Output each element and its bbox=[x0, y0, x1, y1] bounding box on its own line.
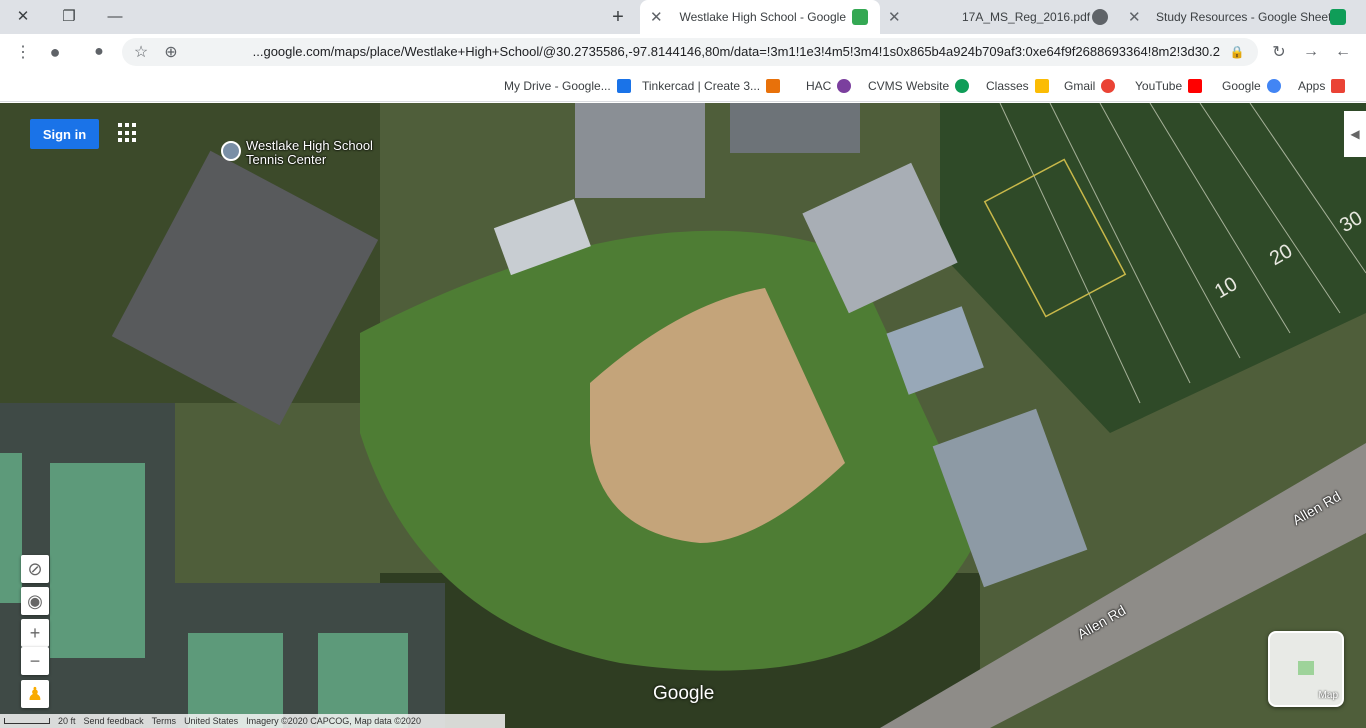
classroom-icon bbox=[1034, 79, 1049, 93]
new-tab-button[interactable]: + bbox=[606, 5, 630, 29]
hac-icon bbox=[837, 79, 852, 93]
profile-icon[interactable]: ● bbox=[44, 41, 66, 63]
sign-in-button[interactable]: Sign in bbox=[30, 119, 99, 149]
extension-icon[interactable]: ● bbox=[88, 41, 110, 63]
bookmark-label: My Drive - Google... bbox=[504, 79, 611, 93]
country-label: United States bbox=[184, 716, 239, 726]
browser-toolbar: ⋮ ● ● ☆ ⊕ google.com/maps/place/Westlake… bbox=[0, 34, 1366, 70]
expand-panel-button[interactable]: ◀ bbox=[1344, 111, 1366, 157]
terms-link[interactable]: Terms bbox=[152, 716, 177, 726]
bookmark-cvms[interactable]: CVMS Website bbox=[868, 77, 970, 95]
bookmark-google[interactable]: Google bbox=[1222, 77, 1281, 95]
map-layer-toggle[interactable]: Map bbox=[1268, 631, 1344, 707]
close-tab-icon[interactable]: ✕ bbox=[650, 8, 663, 26]
place-label[interactable]: Westlake High School Tennis Center bbox=[246, 139, 386, 167]
google-icon bbox=[1266, 79, 1281, 93]
google-apps-icon[interactable] bbox=[118, 123, 138, 143]
back-arrow-icon[interactable]: ← bbox=[1332, 41, 1354, 63]
add-icon[interactable]: ⊕ bbox=[160, 41, 182, 63]
close-tab-icon[interactable]: ✕ bbox=[888, 8, 901, 26]
minimap-park bbox=[1298, 661, 1314, 675]
bookmark-classes[interactable]: Classes bbox=[986, 77, 1049, 95]
pegman-icon[interactable]: ♟ bbox=[21, 680, 49, 708]
tab-westlake[interactable]: ✕ Westlake High School - Google bbox=[640, 0, 880, 34]
bookmark-label: Classes bbox=[986, 79, 1029, 93]
sheets-icon bbox=[1330, 9, 1346, 25]
bookmark-youtube[interactable]: YouTube bbox=[1135, 77, 1203, 95]
bookmark-gmail[interactable]: Gmail bbox=[1064, 77, 1116, 95]
bookmark-star-icon[interactable]: ☆ bbox=[130, 41, 152, 63]
reload-icon[interactable]: ↻ bbox=[1268, 41, 1290, 63]
imagery-attribution: Imagery ©2020 CAPCOG, Map data ©2020 bbox=[246, 716, 421, 726]
lock-icon: 🔒 bbox=[1229, 45, 1245, 59]
compass-icon[interactable]: ⊘ bbox=[21, 555, 49, 583]
bookmark-hac[interactable]: HAC bbox=[806, 77, 852, 95]
scale-bar bbox=[4, 718, 50, 724]
tab-title: 17A_MS_Reg_2016.pdf bbox=[962, 10, 1091, 24]
send-feedback-link[interactable]: Send feedback bbox=[84, 716, 144, 726]
maps-icon bbox=[852, 9, 868, 25]
satellite-map[interactable]: Sign in ◀ Westlake High School Tennis Ce… bbox=[0, 103, 1366, 728]
school-pin-icon[interactable] bbox=[221, 141, 241, 161]
bookmark-label: CVMS Website bbox=[868, 79, 950, 93]
url-text[interactable]: google.com/maps/place/Westlake+High+Scho… bbox=[190, 44, 1220, 59]
satellite-imagery bbox=[0, 103, 1366, 728]
minimize-window-button[interactable]: — bbox=[102, 4, 128, 28]
tab-title: Westlake High School - Google bbox=[679, 10, 846, 24]
forward-arrow-icon[interactable]: → bbox=[1300, 41, 1322, 63]
close-tab-icon[interactable]: ✕ bbox=[1128, 8, 1141, 26]
drive-icon bbox=[616, 79, 631, 93]
globe-icon bbox=[1092, 9, 1108, 25]
tab-pdf[interactable]: ✕ 17A_MS_Reg_2016.pdf bbox=[882, 0, 1112, 34]
tinkercad-icon bbox=[766, 79, 781, 93]
tab-title: Study Resources - Google Sheets bbox=[1156, 10, 1338, 24]
close-window-button[interactable]: ✕ bbox=[10, 4, 36, 28]
bookmark-apps[interactable]: Apps bbox=[1298, 77, 1346, 95]
zoom-out-button[interactable]: − bbox=[21, 647, 49, 675]
youtube-icon bbox=[1188, 79, 1203, 93]
google-watermark: Google bbox=[653, 683, 715, 704]
minimap-label: Map bbox=[1318, 690, 1338, 701]
bookmark-mydrive[interactable]: My Drive - Google... bbox=[504, 77, 631, 95]
map-footer: 20 ft Send feedback Terms United States … bbox=[0, 714, 505, 728]
tab-sheets[interactable]: ✕ Study Resources - Google Sheets bbox=[1120, 0, 1366, 34]
menu-dots-icon[interactable]: ⋮ bbox=[12, 41, 34, 63]
bookmark-tinkercad[interactable]: Tinkercad | Create 3... bbox=[642, 77, 781, 95]
tab-bar: ✕ ❐ — + ✕ Westlake High School - Google … bbox=[0, 0, 1366, 34]
maximize-window-button[interactable]: ❐ bbox=[56, 4, 82, 28]
bookmark-label: Google bbox=[1222, 79, 1261, 93]
apps-grid-icon bbox=[1331, 79, 1346, 93]
bookmark-label: Gmail bbox=[1064, 79, 1096, 93]
bookmarks-bar: Apps Google YouTube Gmail Classes CVMS W… bbox=[0, 70, 1366, 102]
scale-label[interactable]: 20 ft bbox=[58, 716, 76, 726]
bookmark-label: Apps bbox=[1298, 79, 1326, 93]
zoom-in-button[interactable]: + bbox=[21, 619, 49, 647]
bookmark-label: YouTube bbox=[1135, 79, 1183, 93]
omnibox[interactable]: ☆ ⊕ google.com/maps/place/Westlake+High+… bbox=[122, 38, 1258, 66]
my-location-icon[interactable]: ◉ bbox=[21, 587, 49, 615]
gmail-icon bbox=[1101, 79, 1116, 93]
cvms-icon bbox=[955, 79, 970, 93]
bookmark-label: HAC bbox=[806, 79, 832, 93]
bookmark-label: Tinkercad | Create 3... bbox=[642, 79, 761, 93]
